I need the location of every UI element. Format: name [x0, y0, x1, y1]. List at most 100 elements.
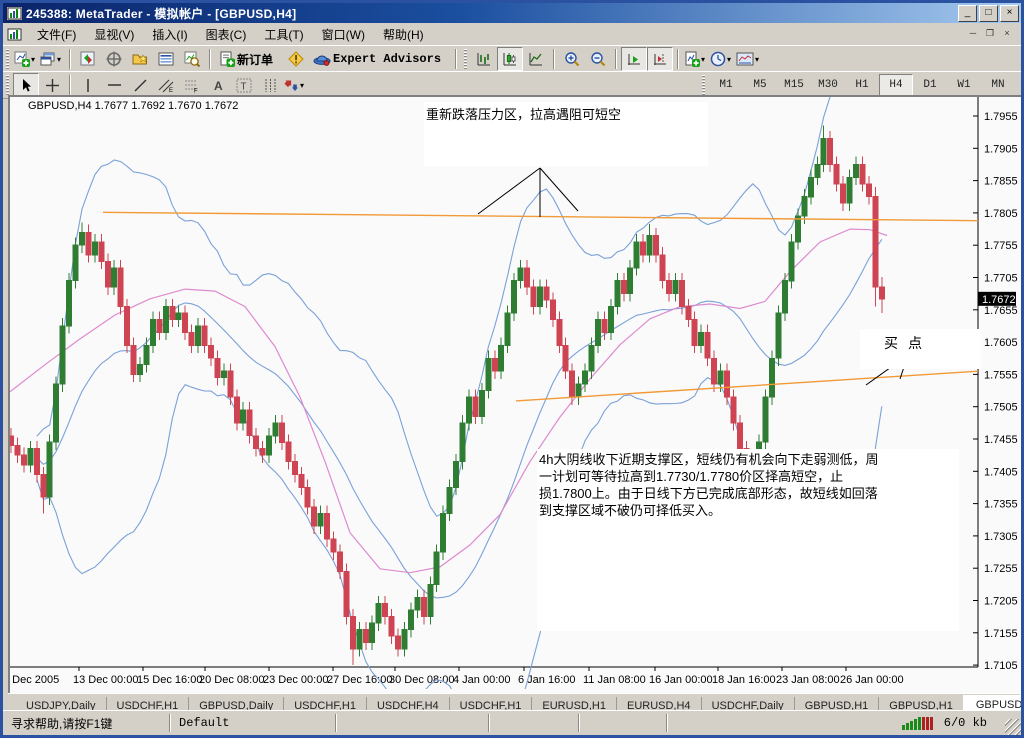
price-axis-label: 1.7755	[984, 240, 1018, 252]
chart-mdi-icon[interactable]	[7, 28, 22, 41]
child-minimize-button[interactable]: ─	[965, 27, 981, 41]
annotation-buy-point[interactable]: 买点	[860, 329, 981, 369]
candle-body	[731, 397, 736, 423]
candle-body	[654, 236, 659, 255]
candle-body	[286, 442, 291, 461]
strategy-tester-button[interactable]	[179, 47, 205, 71]
candle-body	[170, 307, 175, 320]
candle-body	[383, 604, 388, 617]
channel-tool-button[interactable]: E	[153, 73, 179, 97]
connection-signal-icon	[902, 716, 934, 730]
candle-body	[41, 475, 46, 498]
timeframe-m15-button[interactable]: M15	[777, 74, 811, 96]
close-button[interactable]: ×	[1000, 5, 1019, 22]
auto-scroll-button[interactable]	[621, 47, 647, 71]
candle-body	[860, 165, 865, 184]
toolbar-grip[interactable]	[6, 75, 9, 95]
zoom-out-button[interactable]	[585, 47, 611, 71]
terminal-button[interactable]	[153, 47, 179, 71]
navigator-folder-icon	[132, 51, 148, 67]
indicators-button[interactable]: ▾	[683, 47, 709, 71]
candlestick-chart-button[interactable]	[497, 47, 523, 71]
candle-body	[602, 320, 607, 333]
candle-body	[531, 287, 536, 306]
horizontal-line-tool-button[interactable]	[101, 73, 127, 97]
navigator-button[interactable]	[127, 47, 153, 71]
cycle-lines-tool-button[interactable]	[257, 73, 283, 97]
timeframe-m1-button[interactable]: M1	[709, 74, 743, 96]
metaeditor-button[interactable]	[283, 47, 309, 71]
periods-button[interactable]: ▾	[709, 47, 735, 71]
menu-tools[interactable]: 工具(T)	[255, 23, 312, 46]
timeframe-w1-button[interactable]: W1	[947, 74, 981, 96]
bar-chart-button[interactable]	[471, 47, 497, 71]
cursor-tool-button[interactable]	[13, 73, 39, 97]
line-chart-button[interactable]	[523, 47, 549, 71]
child-restore-button[interactable]: ❐	[982, 27, 998, 41]
chart-window[interactable]: 1.79551.79051.78551.78051.77551.77051.76…	[8, 95, 1024, 695]
data-window-button[interactable]	[101, 47, 127, 71]
timeframe-m30-button[interactable]: M30	[811, 74, 845, 96]
candle-body	[209, 345, 214, 358]
menu-charts[interactable]: 图表(C)	[197, 23, 256, 46]
trendline-tool-button[interactable]	[127, 73, 153, 97]
status-profile[interactable]: Default	[171, 714, 335, 732]
toolbar-grip[interactable]	[702, 75, 705, 95]
candle-body	[118, 268, 123, 307]
toolbar-separator	[455, 49, 457, 69]
timeframe-mn-button[interactable]: MN	[981, 74, 1015, 96]
menu-file[interactable]: 文件(F)	[28, 23, 85, 46]
candle-body	[60, 326, 65, 384]
vertical-line-tool-button[interactable]	[75, 73, 101, 97]
candle-body	[105, 261, 110, 287]
new-order-button[interactable]: 新订单	[215, 47, 283, 71]
time-axis-label: 15 Dec 16:00	[137, 674, 202, 686]
crosshair-tool-button[interactable]	[39, 73, 65, 97]
menu-insert[interactable]: 插入(I)	[143, 23, 196, 46]
candle-body	[28, 449, 33, 465]
candle-body	[873, 197, 878, 287]
text-tool-button[interactable]: A	[205, 73, 231, 97]
candle-body	[686, 307, 691, 320]
timeframe-m5-button[interactable]: M5	[743, 74, 777, 96]
up-arrow-annotation[interactable]	[478, 168, 540, 214]
plan-line: 4h大阴线收下近期支撑区，短线仍有机会向下走弱测低，周	[539, 451, 959, 468]
zoom-in-button[interactable]	[559, 47, 585, 71]
toolbar-grip[interactable]	[464, 49, 467, 69]
text-label-tool-button[interactable]: T	[231, 73, 257, 97]
annotation-pressure-zone[interactable]: 重新跌落压力区，拉高遇阻可短空	[424, 102, 708, 166]
toolbar-grip[interactable]	[6, 49, 9, 69]
minimize-button[interactable]: _	[958, 5, 977, 22]
new-order-icon	[219, 51, 235, 67]
window-title: 245388: MetaTrader - 模拟帐户 - [GBPUSD,H4]	[26, 5, 956, 22]
candle-body	[325, 513, 330, 539]
timeframe-h1-button[interactable]: H1	[845, 74, 879, 96]
zoom-out-icon	[590, 51, 606, 67]
new-chart-button[interactable]: ▾	[13, 47, 39, 71]
child-close-button[interactable]: ×	[999, 27, 1015, 41]
maximize-button[interactable]: □	[979, 5, 998, 22]
chart-shift-button[interactable]	[647, 47, 673, 71]
templates-button[interactable]: ▾	[735, 47, 763, 71]
app-icon	[7, 7, 22, 20]
menu-help[interactable]: 帮助(H)	[374, 23, 433, 46]
menu-view[interactable]: 显视(V)	[85, 23, 143, 46]
menu-window[interactable]: 窗口(W)	[313, 23, 374, 46]
candle-body	[505, 313, 510, 345]
candle-body	[466, 397, 471, 423]
resize-grip[interactable]	[1005, 719, 1021, 735]
menu-bar: 文件(F) 显视(V) 插入(I) 图表(C) 工具(T) 窗口(W) 帮助(H…	[3, 23, 1021, 46]
candle-body	[331, 539, 336, 552]
arrows-tool-button[interactable]: ▾	[283, 73, 308, 97]
candle-body	[679, 281, 684, 307]
fibonacci-tool-button[interactable]: F	[179, 73, 205, 97]
timeframe-h4-button[interactable]: H4	[879, 74, 913, 96]
candle-body	[608, 307, 613, 333]
timeframe-d1-button[interactable]: D1	[913, 74, 947, 96]
candle-body	[92, 242, 97, 255]
expert-advisors-button[interactable]: Expert Advisors	[309, 47, 451, 71]
candle-body	[479, 391, 484, 417]
market-watch-button[interactable]	[75, 47, 101, 71]
annotation-trading-plan[interactable]: 4h大阴线收下近期支撑区，短线仍有机会向下走弱测低，周 一计划可等待拉高到1.7…	[537, 449, 959, 631]
profiles-button[interactable]: ▾	[39, 47, 65, 71]
